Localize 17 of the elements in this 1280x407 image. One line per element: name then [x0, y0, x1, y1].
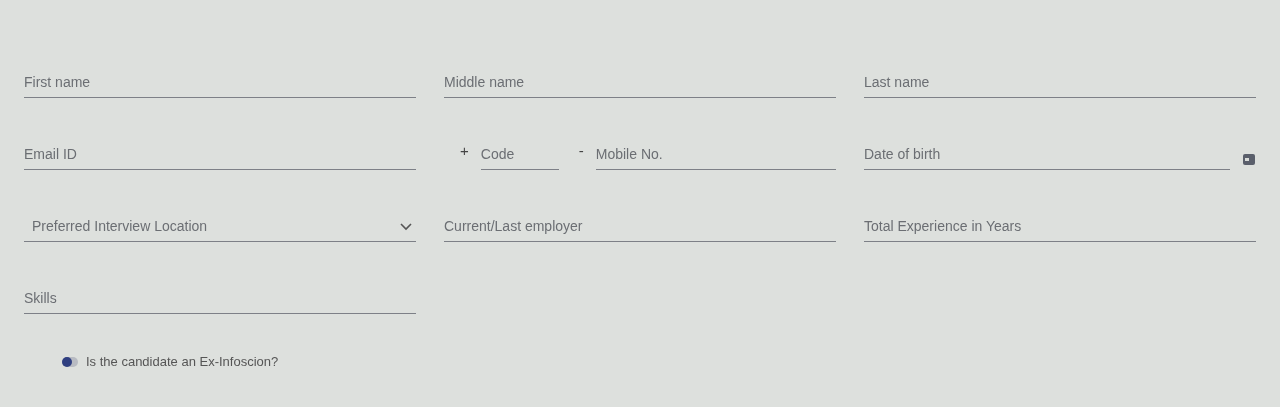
input-field[interactable]: Code [480, 140, 559, 170]
calendar-icon[interactable] [1242, 152, 1256, 166]
location-dropdown[interactable]: Preferred Interview Location [24, 212, 416, 242]
input-field[interactable]: First name [24, 68, 416, 98]
plus-sign: + [459, 140, 469, 161]
input-field[interactable]: Skills [24, 284, 416, 314]
dash-sign: - [577, 140, 584, 161]
input-field[interactable]: Email ID [24, 140, 416, 170]
input-field[interactable]: Mobile No. [595, 140, 836, 170]
toggle-switch[interactable] [62, 356, 78, 367]
chevron-down-icon [400, 222, 412, 231]
toggle-label: Is the candidate an Ex-Infoscion? [86, 353, 279, 371]
input-field[interactable]: Last name [864, 68, 1256, 98]
input-field[interactable]: Current/Last employer [444, 212, 836, 242]
input-field[interactable]: Middle name [444, 68, 836, 98]
input-field[interactable]: Total Experience in Years [864, 212, 1256, 242]
input-field[interactable]: Date of birth [864, 140, 1230, 170]
